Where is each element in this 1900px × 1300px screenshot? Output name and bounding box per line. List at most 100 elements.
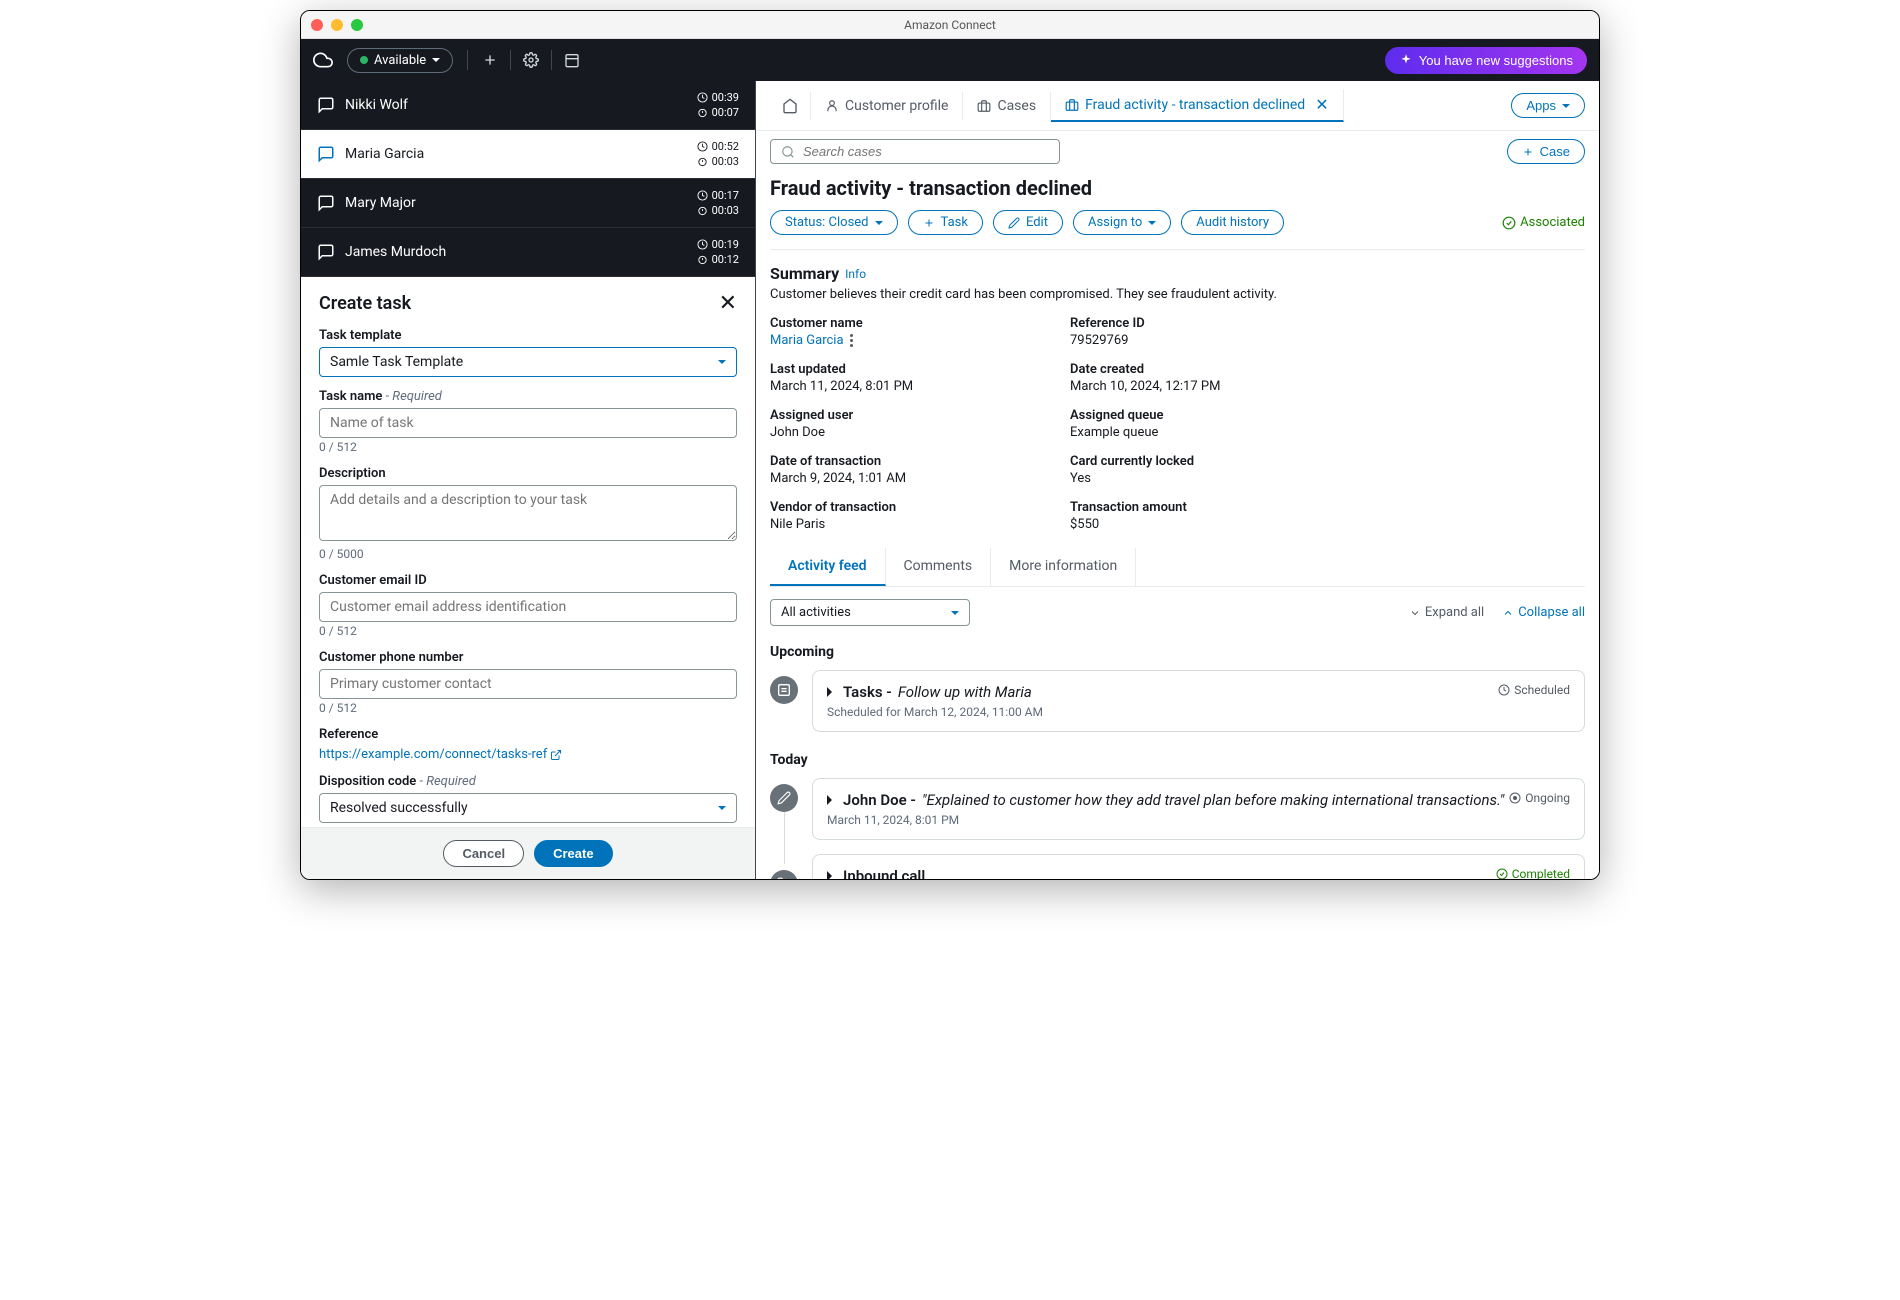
cancel-button[interactable]: Cancel xyxy=(443,840,524,867)
expand-all-link[interactable]: Expand all xyxy=(1409,605,1484,620)
task-name-label: Task name - Required xyxy=(319,389,737,404)
status-dot-icon xyxy=(360,56,368,64)
reference-link[interactable]: https://example.com/connect/tasks-ref xyxy=(319,747,562,762)
info-link[interactable]: Info xyxy=(845,267,866,281)
contact-item-james[interactable]: James Murdoch 00:19 00:12 xyxy=(301,228,755,277)
status-badge: Scheduled xyxy=(1498,683,1570,697)
create-button[interactable]: Create xyxy=(534,840,612,867)
transaction-date-value: March 9, 2024, 1:01 AM xyxy=(770,471,1070,486)
date-created-value: March 10, 2024, 12:17 PM xyxy=(1070,379,1585,394)
status-selector[interactable]: Status: Closed xyxy=(770,210,898,235)
expand-triangle-icon[interactable] xyxy=(827,687,837,697)
phone-counter: 0 / 512 xyxy=(319,701,737,715)
contact-item-maria[interactable]: Maria Garcia 00:52 00:03 xyxy=(301,130,755,179)
pencil-icon xyxy=(1008,217,1020,229)
last-updated-value: March 11, 2024, 8:01 PM xyxy=(770,379,1070,394)
chevron-down-icon xyxy=(1148,221,1156,229)
task-panel-title: Create task xyxy=(319,293,411,314)
new-case-button[interactable]: Case xyxy=(1507,139,1585,164)
task-name-input[interactable] xyxy=(319,408,737,438)
contact-name: Mary Major xyxy=(345,195,416,211)
expand-triangle-icon[interactable] xyxy=(827,795,837,805)
disposition-label: Disposition code - Required xyxy=(319,774,737,789)
user-icon xyxy=(825,99,839,113)
more-menu-icon[interactable] xyxy=(850,334,853,347)
tab-home[interactable] xyxy=(770,92,811,120)
ongoing-icon xyxy=(1509,792,1521,804)
search-input[interactable] xyxy=(803,144,1049,159)
close-icon[interactable]: ✕ xyxy=(719,291,737,316)
last-updated-label: Last updated xyxy=(770,362,1070,377)
summary-text: Customer believes their credit card has … xyxy=(770,287,1585,302)
plus-icon[interactable] xyxy=(482,52,498,68)
check-circle-icon xyxy=(1502,216,1516,230)
timer-icon xyxy=(697,156,708,167)
plus-icon xyxy=(923,217,935,229)
feed-card-inbound-call[interactable]: Inbound call Completed xyxy=(812,854,1585,879)
amount-label: Transaction amount xyxy=(1070,500,1585,515)
agent-status-label: Available xyxy=(374,53,426,68)
collapse-all-link[interactable]: Collapse all xyxy=(1502,605,1585,620)
chat-icon xyxy=(317,194,335,212)
card-locked-label: Card currently locked xyxy=(1070,454,1585,469)
plus-icon xyxy=(1522,146,1534,158)
phone-input[interactable] xyxy=(319,669,737,699)
expand-triangle-icon[interactable] xyxy=(827,871,837,879)
disposition-select[interactable]: Resolved successfully xyxy=(319,793,737,823)
contact-item-nikki[interactable]: Nikki Wolf 00:39 00:07 xyxy=(301,81,755,130)
add-task-button[interactable]: Task xyxy=(908,210,983,235)
tab-customer-profile[interactable]: Customer profile xyxy=(811,92,963,120)
timer-icon xyxy=(697,254,708,265)
email-counter: 0 / 512 xyxy=(319,624,737,638)
subtab-more-info[interactable]: More information xyxy=(991,548,1136,586)
activity-filter-select[interactable]: All activities xyxy=(770,599,970,626)
audit-history-button[interactable]: Audit history xyxy=(1181,210,1284,235)
description-input[interactable] xyxy=(319,485,737,541)
tab-close-icon[interactable]: ✕ xyxy=(1315,95,1328,114)
traffic-minimize[interactable] xyxy=(331,19,343,31)
traffic-close[interactable] xyxy=(311,19,323,31)
timer-icon xyxy=(697,107,708,118)
subtab-activity-feed[interactable]: Activity feed xyxy=(770,548,886,586)
upcoming-header: Upcoming xyxy=(770,644,1585,660)
email-input[interactable] xyxy=(319,592,737,622)
clock-icon xyxy=(697,92,708,103)
agent-status-selector[interactable]: Available xyxy=(347,48,453,73)
timer-icon xyxy=(697,205,708,216)
apps-button[interactable]: Apps xyxy=(1511,93,1585,118)
summary-header: Summary Info xyxy=(770,264,1585,283)
feed-card-upcoming[interactable]: Tasks - Follow up with Maria Scheduled f… xyxy=(812,670,1585,732)
subtab-comments[interactable]: Comments xyxy=(886,548,992,586)
suggestions-button[interactable]: You have new suggestions xyxy=(1385,47,1587,74)
feed-card-subtitle: Scheduled for March 12, 2024, 11:00 AM xyxy=(827,705,1043,719)
tab-fraud-activity[interactable]: Fraud activity - transaction declined✕ xyxy=(1051,89,1344,122)
description-label: Description xyxy=(319,466,737,481)
reference-id-label: Reference ID xyxy=(1070,316,1585,331)
chevron-down-icon xyxy=(1562,104,1570,112)
main-content: Customer profile Cases Fraud activity - … xyxy=(756,81,1599,879)
edit-feed-icon xyxy=(770,784,798,812)
edit-button[interactable]: Edit xyxy=(993,210,1063,235)
assigned-user-value: John Doe xyxy=(770,425,1070,440)
status-badge: Completed xyxy=(1496,867,1570,879)
customer-name-link[interactable]: Maria Garcia xyxy=(770,333,1070,348)
external-link-icon xyxy=(550,749,562,761)
topbar: Available You have new suggestions xyxy=(301,39,1599,81)
window-title: Amazon Connect xyxy=(904,18,996,32)
search-cases-field[interactable] xyxy=(770,139,1060,164)
calendar-icon[interactable] xyxy=(564,52,580,68)
search-icon xyxy=(781,145,795,159)
assign-to-button[interactable]: Assign to xyxy=(1073,210,1171,235)
titlebar: Amazon Connect xyxy=(301,11,1599,39)
traffic-maximize[interactable] xyxy=(351,19,363,31)
gear-icon[interactable] xyxy=(523,52,539,68)
case-title: Fraud activity - transaction declined xyxy=(770,176,1585,200)
task-name-counter: 0 / 512 xyxy=(319,440,737,454)
tab-cases[interactable]: Cases xyxy=(963,92,1051,120)
assigned-queue-value: Example queue xyxy=(1070,425,1585,440)
contact-item-mary[interactable]: Mary Major 00:17 00:03 xyxy=(301,179,755,228)
feed-card-john-doe[interactable]: John Doe - "Explained to customer how th… xyxy=(812,778,1585,840)
chevron-down-icon xyxy=(718,806,726,814)
card-locked-value: Yes xyxy=(1070,471,1585,486)
task-template-select[interactable]: Samle Task Template xyxy=(319,347,737,377)
